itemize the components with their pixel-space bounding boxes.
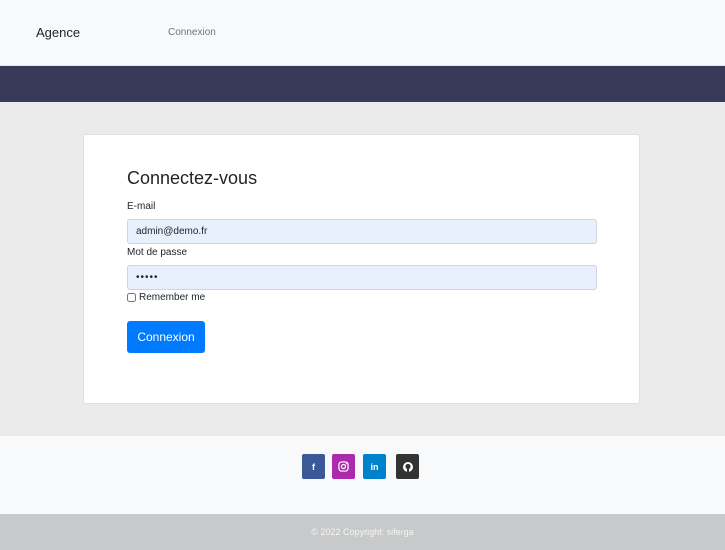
password-field[interactable] xyxy=(127,265,597,290)
navbar: Agence Connexion xyxy=(0,0,725,66)
copyright: © 2022 Copyright: siferga xyxy=(0,514,725,550)
login-button[interactable]: Connexion xyxy=(127,321,205,353)
remember-me: Remember me xyxy=(127,292,205,303)
email-label: E-mail xyxy=(127,201,156,212)
password-label: Mot de passe xyxy=(127,247,188,258)
email-field[interactable] xyxy=(127,219,597,244)
linkedin-icon[interactable]: in xyxy=(363,454,386,479)
nav-link-connexion[interactable]: Connexion xyxy=(168,27,216,38)
header-band xyxy=(0,66,725,102)
github-icon[interactable] xyxy=(396,454,419,479)
footer: f in xyxy=(0,436,725,514)
instagram-icon[interactable] xyxy=(332,454,355,479)
facebook-icon[interactable]: f xyxy=(302,454,325,479)
login-card: Connectez-vous E-mail Mot de passe Remem… xyxy=(83,134,640,404)
login-title: Connectez-vous xyxy=(127,168,258,188)
brand-link[interactable]: Agence xyxy=(36,25,80,40)
remember-me-checkbox[interactable] xyxy=(127,293,136,302)
remember-me-label: Remember me xyxy=(139,292,206,303)
